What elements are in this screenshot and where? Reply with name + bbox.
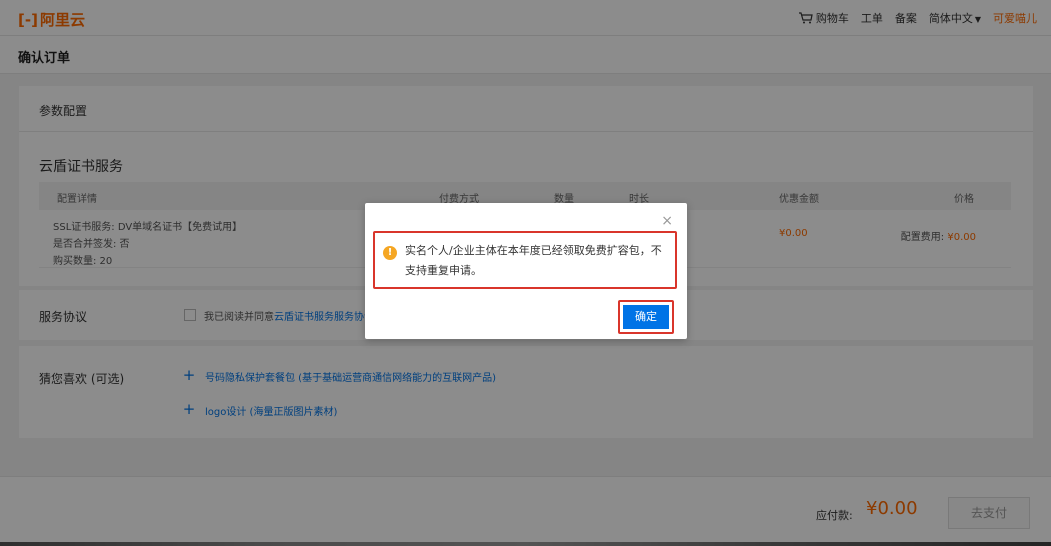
alert-dialog: × ! 实名个人/企业主体在本年度已经领取免费扩容包，不支持重复申请。 确定 — [365, 203, 687, 339]
dialog-message: 实名个人/企业主体在本年度已经领取免费扩容包，不支持重复申请。 — [405, 244, 662, 277]
close-icon[interactable]: × — [661, 213, 673, 229]
confirm-button-highlight: 确定 — [618, 300, 674, 334]
confirm-button[interactable]: 确定 — [623, 305, 669, 329]
warning-icon: ! — [383, 246, 397, 260]
message-highlight-box: ! 实名个人/企业主体在本年度已经领取免费扩容包，不支持重复申请。 — [373, 231, 677, 289]
